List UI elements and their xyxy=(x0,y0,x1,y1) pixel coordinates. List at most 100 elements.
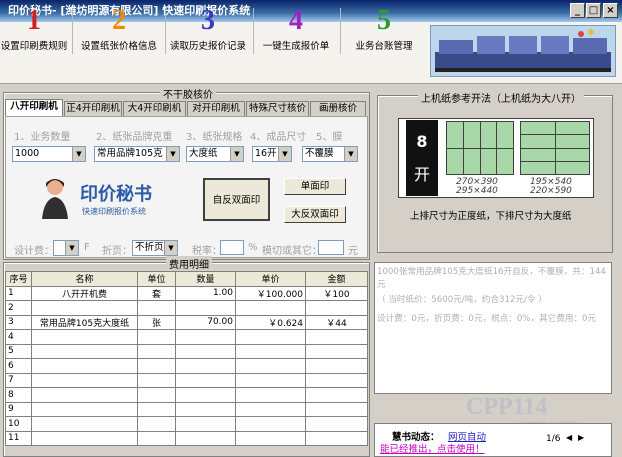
table-cell xyxy=(31,416,138,432)
news-next-icon[interactable]: ▶ xyxy=(578,433,584,442)
table-cell xyxy=(31,387,138,403)
fold-value: 不折页 xyxy=(135,242,164,253)
logo-subtitle: 快速印刷报价系统 xyxy=(82,207,146,216)
col-price: 单价 xyxy=(235,271,306,287)
table-row[interactable]: 8 xyxy=(5,387,368,403)
toolbar-divider xyxy=(165,8,166,54)
design-fee-label: 设计费： xyxy=(14,246,54,257)
table-cell xyxy=(305,387,368,403)
table-cell: 常用品牌105克大度纸 xyxy=(31,314,138,330)
tab-8k[interactable]: 八开印刷机 xyxy=(5,99,63,117)
table-cell: 8 xyxy=(5,387,32,403)
watermark: CPP114 xyxy=(466,394,548,420)
table-cell xyxy=(137,416,176,432)
quantity-select[interactable]: 1000 ▼ xyxy=(12,146,86,162)
col-name: 名称 xyxy=(31,271,138,287)
chevron-down-icon: ▼ xyxy=(344,147,357,161)
table-cell xyxy=(305,430,368,446)
tax-unit: % xyxy=(248,242,258,253)
ledger-button[interactable]: 5 业务台账管理 xyxy=(346,4,422,58)
tax-input[interactable] xyxy=(220,240,244,255)
tab-zheng4k[interactable]: 正4开印刷机 xyxy=(64,101,122,116)
sheet-legend: 上机纸参考开法（上机纸为大八开） xyxy=(418,90,584,105)
col-amount: 金额 xyxy=(305,271,368,287)
table-cell xyxy=(175,416,236,432)
news-prev-icon[interactable]: ◀ xyxy=(566,433,572,442)
table-cell xyxy=(235,416,306,432)
table-cell xyxy=(305,300,368,316)
table-row[interactable]: 10 xyxy=(5,416,368,432)
quote-legend: 不干胶核价 xyxy=(160,86,216,101)
paper-spec-select[interactable]: 大度纸 ▼ xyxy=(186,146,244,162)
cost-legend: 费用明细 xyxy=(166,256,212,271)
fold-select[interactable]: 不折页 ▼ xyxy=(132,240,178,256)
table-cell xyxy=(175,387,236,403)
film-select[interactable]: 不覆膜 ▼ xyxy=(302,146,358,162)
table-cell: 八开开机费 xyxy=(31,285,138,301)
chevron-down-icon: ▼ xyxy=(230,147,243,161)
table-cell xyxy=(31,372,138,388)
table-row[interactable]: 5 xyxy=(5,343,368,359)
table-row[interactable]: 7 xyxy=(5,372,368,388)
table-cell xyxy=(137,343,176,359)
toolbar-divider xyxy=(340,8,341,54)
col-qty: 数量 xyxy=(175,271,236,287)
paper-spec-value: 大度纸 xyxy=(189,148,218,159)
paper-price-button[interactable]: 2 设置纸张价格信息 xyxy=(76,4,162,58)
big-double-side-button[interactable]: 大反双面印 xyxy=(284,206,346,223)
film-label: 5、膜 xyxy=(316,132,343,143)
number-three-icon: 3 xyxy=(201,5,215,36)
tool-label: 一键生成报价单 xyxy=(262,41,330,52)
paper-brand-select[interactable]: 常用品牌105克 ▼ xyxy=(94,146,180,162)
paper-brand-label: 2、纸张品牌克重 xyxy=(96,132,173,143)
cost-header-row: 序号 名称 单位 数量 单价 金额 xyxy=(5,271,368,287)
table-cell xyxy=(305,343,368,359)
single-side-button[interactable]: 单面印 xyxy=(284,178,346,195)
quantity-value: 1000 xyxy=(15,148,40,159)
table-row[interactable]: 2 xyxy=(5,300,368,316)
table-cell xyxy=(235,430,306,446)
maximize-button[interactable]: □ xyxy=(586,3,601,18)
chevron-down-icon: ▼ xyxy=(164,241,177,255)
table-row[interactable]: 11 xyxy=(5,430,368,446)
toolbar-divider xyxy=(253,8,254,54)
print-fee-rules-button[interactable]: 1 设置印刷费规则 xyxy=(0,4,68,58)
history-button[interactable]: 3 读取历史报价记录 xyxy=(168,4,248,58)
tab-duikai[interactable]: 对开印刷机 xyxy=(187,101,245,116)
table-cell xyxy=(175,343,236,359)
news-link-2[interactable]: 能已经推出，点击使用！ xyxy=(380,441,485,455)
news-page: 1/6 xyxy=(546,434,561,444)
cost-table: 序号 名称 单位 数量 单价 金额 1 八开开机费套 1.00 ￥100.000 ￥100 2 3 常用… xyxy=(5,271,368,446)
table-cell xyxy=(175,329,236,345)
tab-album[interactable]: 画册核价 xyxy=(310,101,366,116)
tax-label: 税率： xyxy=(192,246,222,257)
table-cell xyxy=(305,416,368,432)
table-cell xyxy=(305,358,368,374)
table-cell: 6 xyxy=(5,358,32,374)
chevron-down-icon: ▼ xyxy=(65,241,78,255)
mold-input[interactable] xyxy=(318,240,344,255)
minimize-button[interactable]: _ xyxy=(570,3,585,18)
table-row[interactable]: 9 xyxy=(5,401,368,417)
table-cell xyxy=(235,358,306,374)
design-fee-select[interactable]: ▼ xyxy=(53,240,79,256)
table-cell xyxy=(235,401,306,417)
table-cell xyxy=(137,401,176,417)
table-row[interactable]: 1 八开开机费套 1.00 ￥100.000 ￥100 xyxy=(5,285,368,301)
generate-quote-button[interactable]: 4 一键生成报价单 xyxy=(258,4,334,58)
table-row[interactable]: 4 xyxy=(5,329,368,345)
table-row[interactable]: 6 xyxy=(5,358,368,374)
tab-da4k[interactable]: 大4开印刷机 xyxy=(123,101,186,116)
close-button[interactable]: × xyxy=(603,3,618,18)
eight-kai-badge: 8开 xyxy=(406,120,438,196)
summary-line-2: （ 当时纸价：5600元/吨，约合312元/令 ） xyxy=(377,295,547,305)
finished-size-select[interactable]: 16开 ▼ xyxy=(252,146,292,162)
table-cell xyxy=(31,300,138,316)
auto-double-side-button[interactable]: 自反双面印 xyxy=(203,178,270,221)
tab-special-size[interactable]: 特殊尺寸核价 xyxy=(246,101,309,116)
table-row[interactable]: 3 常用品牌105克大度纸张 70.00 ￥0.624 ￥44 xyxy=(5,314,368,330)
table-cell xyxy=(31,343,138,359)
paper-spec-label: 3、纸张规格 xyxy=(186,132,243,143)
table-cell xyxy=(175,372,236,388)
table-cell xyxy=(137,387,176,403)
